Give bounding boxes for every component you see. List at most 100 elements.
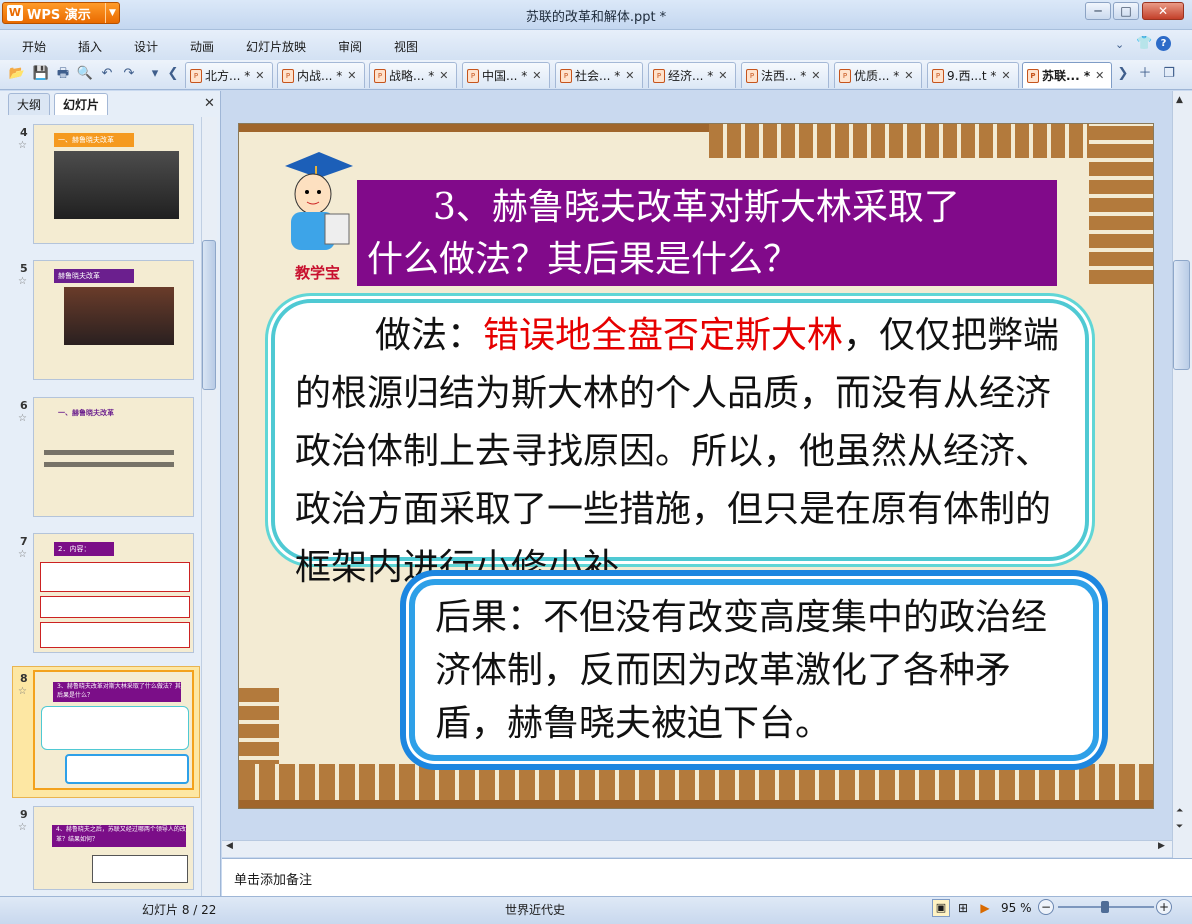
tab-slides[interactable]: 幻灯片 <box>54 93 109 115</box>
vertical-scrollbar[interactable] <box>1172 91 1192 858</box>
open-icon[interactable]: 📂 <box>8 65 26 83</box>
thumb-title: 一、赫鲁晓夫改革 <box>54 133 134 147</box>
next-slide-icon[interactable]: ⏷ <box>1176 822 1183 832</box>
scroll-left-icon[interactable]: ◀ <box>226 841 233 851</box>
doc-tab[interactable]: P 优质... * ✕ <box>834 62 922 88</box>
result-textbox[interactable]: 后果：不但没有改变高度集中的政治经济体制，反而因为改革激化了各种矛盾，赫鲁晓夫被… <box>409 579 1099 761</box>
tab-outline[interactable]: 大纲 <box>8 93 51 115</box>
minimize-button[interactable]: ─ <box>1085 2 1111 20</box>
thumb-number: 9 <box>20 808 28 821</box>
customize-dropdown-icon[interactable]: ▾ <box>146 65 164 83</box>
notes-placeholder: 单击添加备注 <box>234 873 313 888</box>
close-tab-icon[interactable]: ✕ <box>718 69 727 82</box>
slide-sorter-icon[interactable]: ⊞ <box>954 899 972 917</box>
zoom-in-button[interactable]: + <box>1156 899 1172 915</box>
menu-slideshow[interactable]: 幻灯片放映 <box>246 38 306 55</box>
slide-thumbnail-selected[interactable]: 3、赫鲁晓夫改革对斯大林采取了什么做法？其后果是什么？ <box>33 670 194 790</box>
restore-tab-icon[interactable]: ❐ <box>1160 65 1178 83</box>
redo-icon[interactable]: ↷ <box>120 65 138 83</box>
ppt-file-icon: P <box>190 68 202 83</box>
new-tab-icon[interactable]: ＋ <box>1136 65 1154 83</box>
panel-scroll-thumb[interactable] <box>202 240 216 390</box>
doc-tab[interactable]: P 内战... * ✕ <box>277 62 365 88</box>
close-tab-icon[interactable]: ✕ <box>625 69 634 82</box>
doc-tab[interactable]: P 战略... * ✕ <box>369 62 457 88</box>
chevron-down-icon[interactable]: ⌄ <box>1115 38 1124 51</box>
zoom-slider-knob[interactable] <box>1100 901 1109 913</box>
close-tab-icon[interactable]: ✕ <box>1095 69 1104 82</box>
zoom-level: 95 % <box>1001 901 1032 915</box>
menu-insert[interactable]: 插入 <box>78 38 102 55</box>
print-preview-icon[interactable]: 🔍 <box>76 65 94 83</box>
ppt-file-icon: P <box>560 68 572 83</box>
close-tab-icon[interactable]: ✕ <box>439 69 448 82</box>
menu-home[interactable]: 开始 <box>22 38 46 55</box>
doc-tab-active[interactable]: P 苏联... * ✕ <box>1022 62 1112 88</box>
save-icon[interactable]: 💾 <box>32 65 50 83</box>
close-tab-icon[interactable]: ✕ <box>255 69 264 82</box>
slide-thumbnail[interactable]: 2．内容： <box>33 533 194 653</box>
close-panel-icon[interactable]: ✕ <box>204 96 215 111</box>
menu-design[interactable]: 设计 <box>134 38 158 55</box>
close-tab-icon[interactable]: ✕ <box>532 69 541 82</box>
slideshow-icon[interactable]: ▶ <box>976 899 994 917</box>
transition-star-icon: ☆ <box>18 276 27 287</box>
zoom-out-button[interactable]: − <box>1038 899 1054 915</box>
close-window-button[interactable]: ✕ <box>1142 2 1184 20</box>
thumb-number: 4 <box>20 126 28 139</box>
doc-tab-label: 内战... * <box>297 69 343 83</box>
doc-tab[interactable]: P 社会... * ✕ <box>555 62 643 88</box>
skin-icon[interactable]: 👕 <box>1136 36 1152 51</box>
thumb-photo <box>64 287 174 345</box>
print-icon[interactable]: 🖶 <box>54 65 72 83</box>
panel-scrollbar[interactable] <box>201 117 217 897</box>
menu-view[interactable]: 视图 <box>394 38 418 55</box>
undo-icon[interactable]: ↶ <box>98 65 116 83</box>
tabs-scroll-left-icon[interactable]: ❮ <box>164 65 182 83</box>
scroll-right-icon[interactable]: ▶ <box>1158 841 1165 851</box>
slide[interactable]: 教学宝 3、赫鲁晓夫改革对斯大林采取了 什么做法？其后果是什么？ 做法：错误地全… <box>238 123 1154 809</box>
scroll-up-icon[interactable]: ▲ <box>1176 95 1183 105</box>
slide-title[interactable]: 3、赫鲁晓夫改革对斯大林采取了 什么做法？其后果是什么？ <box>357 180 1057 286</box>
notes-pane[interactable]: 单击添加备注 <box>222 858 1192 896</box>
slide-thumbnail[interactable]: 一、赫鲁晓夫改革 <box>33 397 194 517</box>
doc-tab[interactable]: P 经济... * ✕ <box>648 62 736 88</box>
thumb-box <box>65 754 189 784</box>
ppt-file-icon: P <box>839 68 851 83</box>
thumb-number: 7 <box>20 535 28 548</box>
doc-tab[interactable]: P 北方... * ✕ <box>185 62 273 88</box>
horizontal-scrollbar[interactable] <box>222 840 1172 857</box>
transition-star-icon: ☆ <box>18 549 27 560</box>
thumb-text-line <box>44 450 174 455</box>
method-label: 做法： <box>375 315 484 356</box>
thumb-title: 4、赫鲁晓夫之后，苏联又经过哪两个领导人的改革？结果如何？ <box>52 825 186 847</box>
prev-slide-icon[interactable]: ⏶ <box>1176 806 1183 816</box>
slide-thumbnail[interactable]: 一、赫鲁晓夫改革 <box>33 124 194 244</box>
vertical-scroll-thumb[interactable] <box>1173 260 1190 370</box>
doc-tab[interactable]: P 9.西...t * ✕ <box>927 62 1019 88</box>
transition-star-icon: ☆ <box>18 686 27 697</box>
close-tab-icon[interactable]: ✕ <box>347 69 356 82</box>
ppt-file-icon: P <box>467 68 479 83</box>
frame-ornament <box>709 124 1153 158</box>
tabs-scroll-right-icon[interactable]: ❯ <box>1114 65 1132 83</box>
slide-thumbnail[interactable]: 赫鲁晓夫改革 <box>33 260 194 380</box>
menu-review[interactable]: 审阅 <box>338 38 362 55</box>
maximize-button[interactable]: □ <box>1113 2 1139 20</box>
transition-star-icon: ☆ <box>18 140 27 151</box>
thumb-number: 6 <box>20 399 28 412</box>
slide-title-line1: 3、赫鲁晓夫改革对斯大林采取了 <box>433 187 960 228</box>
help-icon[interactable]: ? <box>1156 36 1171 51</box>
close-tab-icon[interactable]: ✕ <box>904 69 913 82</box>
doc-tab[interactable]: P 中国... * ✕ <box>462 62 550 88</box>
normal-view-icon[interactable]: ▣ <box>932 899 950 917</box>
thumb-box <box>40 562 190 592</box>
thumb-number: 8 <box>20 672 28 685</box>
window-title: 苏联的改革和解体.ppt * <box>525 10 667 25</box>
doc-tab[interactable]: P 法西... * ✕ <box>741 62 829 88</box>
close-tab-icon[interactable]: ✕ <box>1001 69 1010 82</box>
menu-animation[interactable]: 动画 <box>190 38 214 55</box>
method-textbox[interactable]: 做法：错误地全盘否定斯大林，仅仅把弊端的根源归结为斯大林的个人品质，而没有从经济… <box>271 299 1089 588</box>
slide-thumbnail[interactable]: 4、赫鲁晓夫之后，苏联又经过哪两个领导人的改革？结果如何？ <box>33 806 194 890</box>
close-tab-icon[interactable]: ✕ <box>811 69 820 82</box>
